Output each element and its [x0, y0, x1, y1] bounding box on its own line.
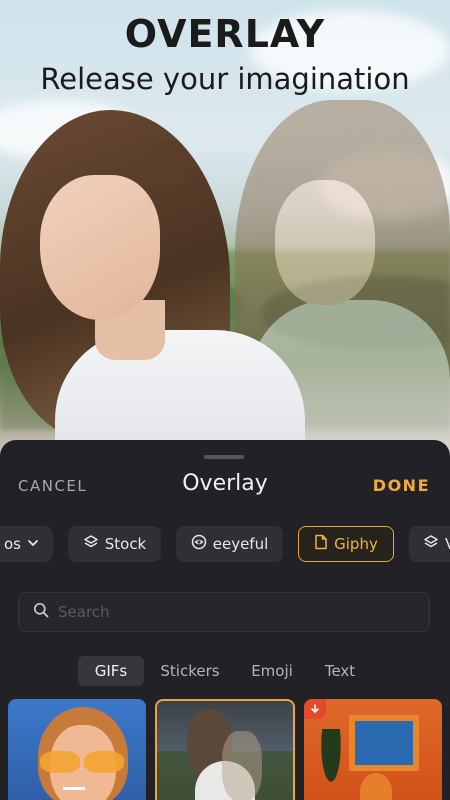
source-chip-label: os [4, 535, 21, 553]
source-chip-os[interactable]: os [0, 526, 53, 562]
promo-title: OVERLAY [124, 12, 326, 56]
drag-handle[interactable] [204, 455, 244, 459]
overlay-sheet: CANCEL Overlay DONE os Stock eeyeful Gip… [0, 440, 450, 800]
source-chip-more[interactable]: V [409, 526, 450, 562]
source-chip-label: Stock [104, 535, 147, 553]
search-input[interactable] [58, 603, 429, 621]
tab-gifs[interactable]: GIFs [78, 656, 144, 686]
sheet-header: CANCEL Overlay DONE [0, 470, 450, 502]
preview-photo: OVERLAY Release your imagination [0, 0, 450, 470]
eye-icon [191, 534, 207, 554]
gif-thumbnail[interactable] [8, 699, 146, 800]
tab-stickers[interactable]: Stickers [154, 656, 226, 686]
gif-thumbnail-selected[interactable] [155, 699, 295, 800]
download-icon [304, 699, 326, 719]
gif-thumbnail[interactable] [304, 699, 442, 800]
category-tabs: GIFs Stickers Emoji Text [0, 656, 450, 686]
source-chip-eeyeful[interactable]: eeyeful [176, 526, 283, 562]
source-chip-label: eeyeful [212, 535, 269, 553]
source-chip-label: Giphy [334, 535, 378, 553]
tab-emoji[interactable]: Emoji [243, 656, 301, 686]
file-icon [314, 534, 328, 554]
done-button[interactable]: DONE [373, 476, 430, 495]
layers-icon [423, 534, 439, 554]
chevron-down-icon [27, 535, 39, 553]
gif-grid [0, 699, 450, 800]
source-chip-giphy[interactable]: Giphy [298, 526, 394, 562]
search-icon [33, 602, 49, 623]
source-chips: os Stock eeyeful Giphy [0, 526, 450, 562]
search-bar [18, 592, 430, 632]
layers-icon [83, 534, 99, 554]
promo-subtitle: Release your imagination [40, 62, 410, 96]
source-chip-label: V [445, 535, 450, 553]
tab-text[interactable]: Text [316, 656, 364, 686]
source-chip-stock[interactable]: Stock [68, 526, 161, 562]
